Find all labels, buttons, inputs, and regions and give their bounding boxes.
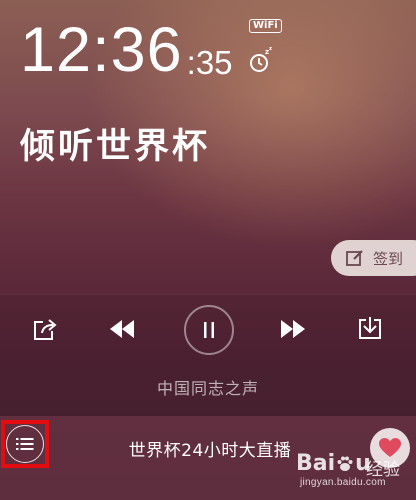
clock-display: 12:36 :35 xyxy=(20,12,233,82)
pause-icon xyxy=(204,322,214,338)
clock-seconds: :35 xyxy=(186,44,233,81)
watermark-logo-a: Bai xyxy=(296,451,336,476)
share-icon xyxy=(34,319,57,340)
pause-button[interactable] xyxy=(184,305,234,355)
broadcaster-name: 中国同志之声 xyxy=(156,379,259,398)
previous-button[interactable] xyxy=(106,317,138,341)
alarm-snooze-icon: z z xyxy=(250,46,272,72)
playlist-highlight-box xyxy=(1,420,49,468)
download-button[interactable] xyxy=(355,313,385,343)
station-title: 倾听世界杯 xyxy=(20,127,211,167)
clock-hours-minutes: 12:36 xyxy=(20,15,183,85)
wifi-badge: WiFi xyxy=(249,19,282,33)
previous-icon xyxy=(110,320,134,338)
next-icon xyxy=(281,320,305,338)
svg-text:z: z xyxy=(269,46,272,52)
watermark-logo: Bai u xyxy=(296,451,371,476)
paw-icon xyxy=(337,456,353,471)
watermark-url: jingyan.baidu.com xyxy=(300,477,386,488)
signin-button[interactable]: 签到 xyxy=(331,240,416,276)
share-button[interactable] xyxy=(30,314,60,344)
edit-icon xyxy=(346,250,363,266)
signin-label: 签到 xyxy=(373,249,404,268)
next-button[interactable] xyxy=(277,317,309,341)
download-icon xyxy=(359,317,381,339)
